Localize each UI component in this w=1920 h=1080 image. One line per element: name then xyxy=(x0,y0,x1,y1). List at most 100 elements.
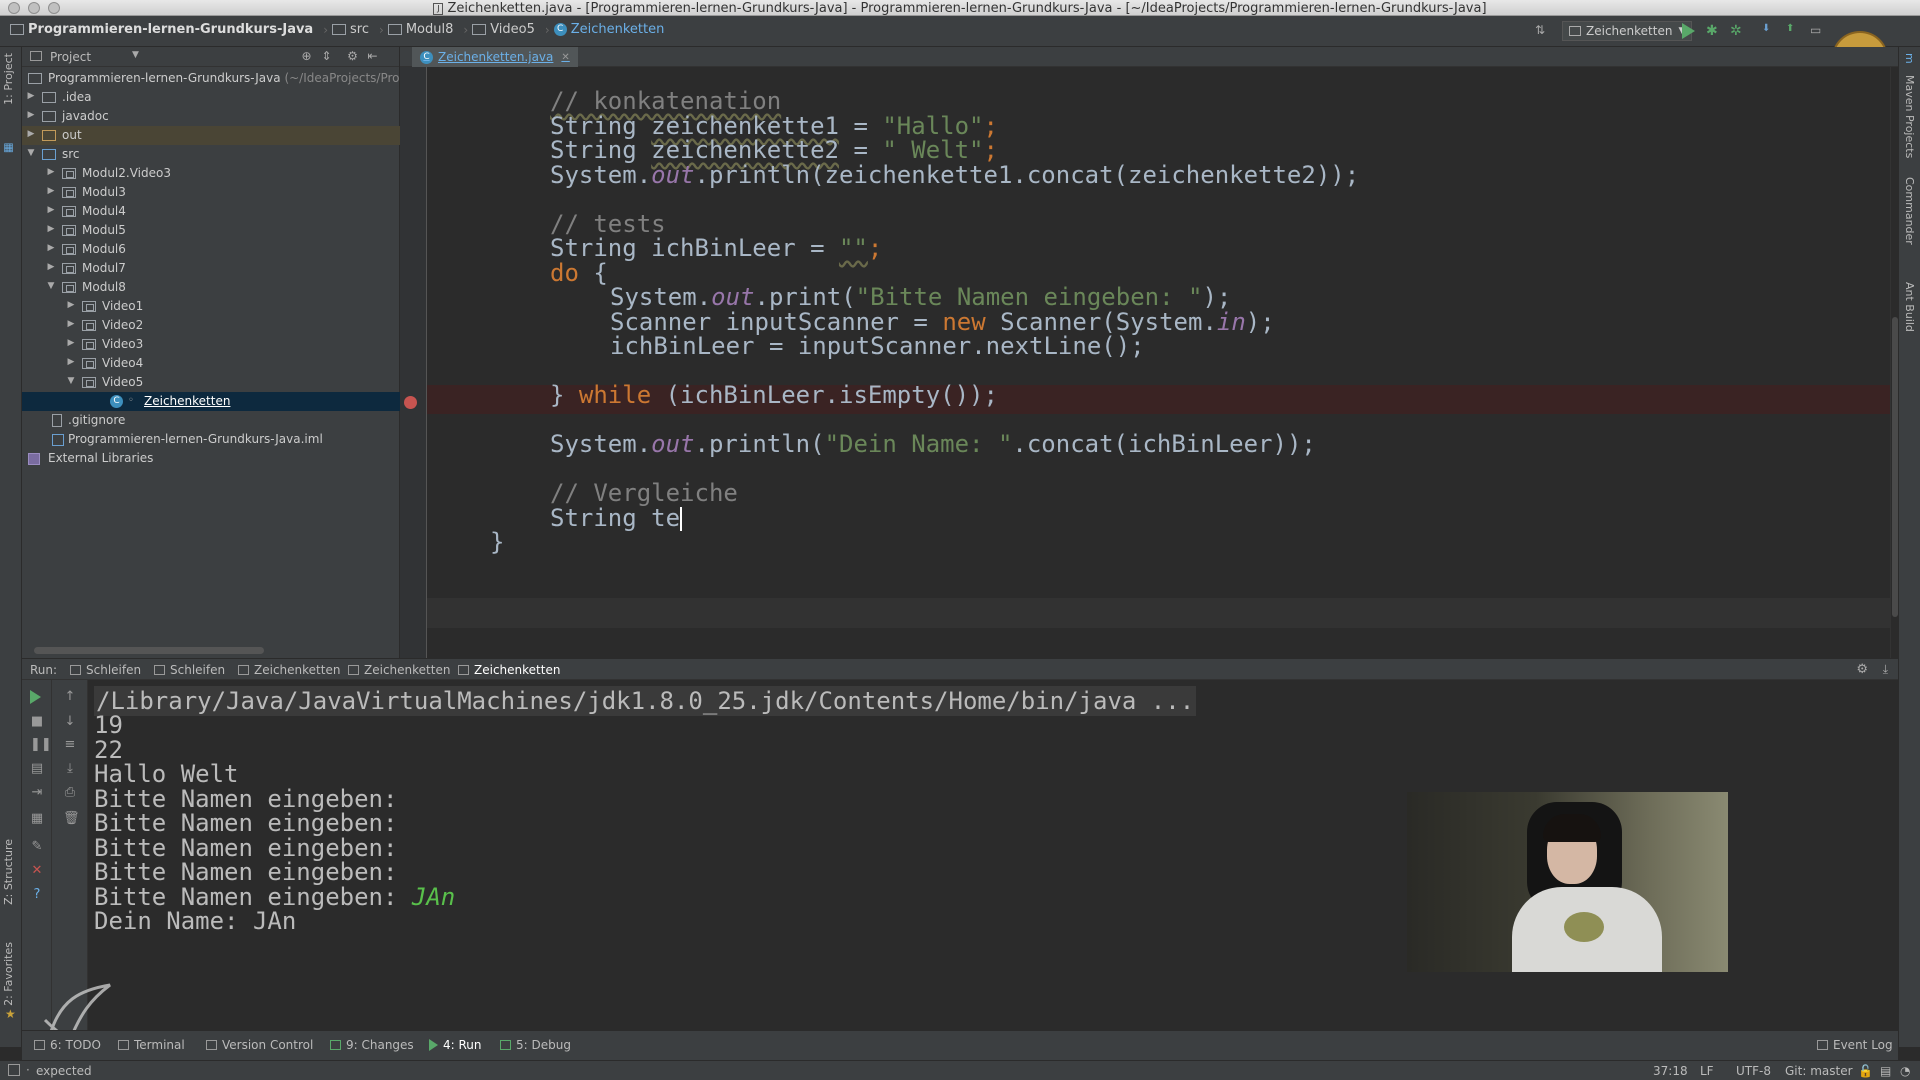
run-tab-schleifen[interactable]: Schleifen xyxy=(70,662,141,678)
hide-panel-icon[interactable]: ⇤ xyxy=(366,50,379,63)
tree-item-zeichenketten[interactable]: C ◦ Zeichenketten xyxy=(22,392,400,411)
code-editor[interactable]: // konkatenation String zeichenkette1 = … xyxy=(427,67,1890,658)
run-tab-schleifen-2[interactable]: Schleifen xyxy=(154,662,225,678)
project-view-select[interactable]: Project xyxy=(50,50,91,64)
chevron-right-icon[interactable]: ▶ xyxy=(26,129,36,139)
todo-tool-button[interactable]: 6: TODO xyxy=(34,1038,101,1052)
tree-item-modul2-video3[interactable]: ▶ Modul2.Video3 xyxy=(22,164,400,183)
structure-toolbar-icon[interactable]: ⇅ xyxy=(1535,23,1551,39)
tree-item-javadoc[interactable]: ▶ javadoc xyxy=(22,107,400,126)
tree-item-video2[interactable]: ▶ Video2 xyxy=(22,316,400,335)
chevron-right-icon[interactable]: ▶ xyxy=(66,300,76,310)
run-configuration-select[interactable]: Zeichenketten ▼ xyxy=(1562,21,1693,41)
editor-gutter[interactable] xyxy=(400,67,426,658)
tree-item-modul3[interactable]: ▶ Modul3 xyxy=(22,183,400,202)
caret-position[interactable]: 37:18 xyxy=(1653,1064,1688,1078)
coverage-button[interactable]: ✲ xyxy=(1730,23,1746,39)
chevron-right-icon[interactable]: ▶ xyxy=(46,205,56,215)
lock-icon[interactable]: 🔓 xyxy=(1858,1064,1873,1078)
breadcrumb-video5[interactable]: Video5 xyxy=(472,22,535,37)
soft-wrap-icon[interactable]: ≡ xyxy=(63,738,77,752)
tree-item-modul6[interactable]: ▶ Modul6 xyxy=(22,240,400,259)
structure-tool-tab[interactable]: Z: Structure xyxy=(2,839,15,905)
scrollbar-thumb[interactable] xyxy=(1892,317,1898,617)
tree-item-iml[interactable]: Programmieren-lernen-Grundkurs-Java.iml xyxy=(22,430,400,449)
breadcrumb-zeichenketten[interactable]: C Zeichenketten xyxy=(553,22,664,37)
commander-tab[interactable]: Commander xyxy=(1903,177,1916,245)
favorites-tool-tab[interactable]: 2: Favorites xyxy=(2,942,15,1006)
vcs-update-icon[interactable]: ⬇ xyxy=(1762,23,1778,39)
run-button[interactable] xyxy=(1682,23,1698,39)
up-arrow-icon[interactable]: ↑ xyxy=(63,690,77,704)
run-tab-zeichenketten-active[interactable]: Zeichenketten xyxy=(458,662,560,678)
debug-tool-button[interactable]: 5: Debug xyxy=(500,1038,571,1052)
close-icon[interactable]: ✕ xyxy=(561,52,569,63)
structure-small-icon[interactable]: ▦ xyxy=(2,142,15,155)
tree-item-idea[interactable]: ▶ .idea xyxy=(22,88,400,107)
breadcrumb-src[interactable]: src xyxy=(332,22,369,37)
chevron-right-icon[interactable]: ▶ xyxy=(46,186,56,196)
terminal-tool-button[interactable]: Terminal xyxy=(118,1038,185,1052)
project-tool-tab[interactable]: 1: Project xyxy=(2,53,15,105)
hide-panel-icon[interactable]: ⤓ xyxy=(1883,662,1888,677)
tree-item-modul7[interactable]: ▶ Modul7 xyxy=(22,259,400,278)
debug-button[interactable]: ✱ xyxy=(1706,23,1722,39)
tree-item-modul4[interactable]: ▶ Modul4 xyxy=(22,202,400,221)
scroll-from-source-icon[interactable]: ⊕ xyxy=(300,50,313,63)
print-icon[interactable]: ⎙ xyxy=(63,786,77,800)
notifications-icon[interactable]: ▤ xyxy=(1880,1064,1891,1078)
chevron-down-icon[interactable]: ▼ xyxy=(66,376,76,386)
star-icon[interactable]: ★ xyxy=(5,1007,16,1021)
chevron-down-icon[interactable]: ▼ xyxy=(132,50,139,60)
project-horizontal-scrollbar[interactable] xyxy=(34,647,264,654)
settings-toolbar-icon[interactable]: ▭ xyxy=(1810,23,1826,39)
down-arrow-icon[interactable]: ↓ xyxy=(63,715,77,729)
tree-item-modul8[interactable]: ▼ Modul8 xyxy=(22,278,400,297)
gear-icon[interactable]: ⚙ xyxy=(346,50,359,63)
chevron-right-icon[interactable]: ▶ xyxy=(46,224,56,234)
tree-item-root[interactable]: Programmieren-lernen-Grundkurs-Java (~/I… xyxy=(22,69,400,88)
tree-item-external-libraries[interactable]: External Libraries xyxy=(22,449,400,468)
event-log-tool-button[interactable]: Event Log xyxy=(1817,1038,1893,1052)
stop-icon[interactable]: ■ xyxy=(30,715,44,729)
ant-build-tab[interactable]: Ant Build xyxy=(1903,282,1916,332)
chevron-right-icon[interactable]: ▶ xyxy=(66,357,76,367)
git-branch[interactable]: Git: master xyxy=(1785,1064,1853,1078)
tree-item-gitignore[interactable]: .gitignore xyxy=(22,411,400,430)
tree-item-src[interactable]: ▼ src xyxy=(22,145,400,164)
chevron-right-icon[interactable]: ▶ xyxy=(26,110,36,120)
pause-icon[interactable]: ❚❚ xyxy=(30,738,52,752)
chevron-down-icon[interactable]: ▼ xyxy=(26,148,36,158)
dump-threads-icon[interactable]: ▤ xyxy=(30,762,44,776)
file-encoding[interactable]: UTF-8 xyxy=(1736,1064,1771,1078)
tree-item-video3[interactable]: ▶ Video3 xyxy=(22,335,400,354)
chevron-right-icon[interactable]: ▶ xyxy=(26,91,36,101)
maven-projects-tab[interactable]: Maven Projects xyxy=(1903,75,1916,158)
chevron-right-icon[interactable]: ▶ xyxy=(46,167,56,177)
layout-icon[interactable]: ▦ xyxy=(30,812,44,826)
tree-item-out[interactable]: ▶ out xyxy=(22,126,400,145)
chevron-right-icon[interactable]: ▶ xyxy=(46,243,56,253)
line-separator[interactable]: LF xyxy=(1700,1064,1714,1078)
pin-icon[interactable]: ✎ xyxy=(30,840,44,854)
trash-icon[interactable]: 🗑 xyxy=(63,812,80,826)
tree-item-video4[interactable]: ▶ Video4 xyxy=(22,354,400,373)
scroll-to-end-icon[interactable]: ⤓ xyxy=(63,762,77,776)
tree-item-video5[interactable]: ▼ Video5 xyxy=(22,373,400,392)
inspection-icon[interactable]: ◔ xyxy=(1900,1064,1910,1078)
version-control-tool-button[interactable]: Version Control xyxy=(206,1038,313,1052)
rerun-button[interactable] xyxy=(30,690,44,704)
tree-item-video1[interactable]: ▶ Video1 xyxy=(22,297,400,316)
breakpoint-icon[interactable] xyxy=(404,396,417,409)
collapse-all-icon[interactable]: ⇕ xyxy=(320,50,333,63)
run-tab-zeichenketten-2[interactable]: Zeichenketten xyxy=(348,662,450,678)
run-tool-button[interactable]: 4: Run xyxy=(429,1038,482,1052)
editor-vertical-scrollbar[interactable] xyxy=(1890,67,1898,658)
help-icon[interactable]: ? xyxy=(30,888,44,902)
tree-item-modul5[interactable]: ▶ Modul5 xyxy=(22,221,400,240)
breadcrumb-modul8[interactable]: Modul8 xyxy=(387,22,453,37)
changes-tool-button[interactable]: 9: Changes xyxy=(330,1038,414,1052)
breadcrumb-project[interactable]: Programmieren-lernen-Grundkurs-Java xyxy=(10,22,313,37)
chevron-right-icon[interactable]: ▶ xyxy=(66,338,76,348)
run-tab-zeichenketten[interactable]: Zeichenketten xyxy=(238,662,340,678)
